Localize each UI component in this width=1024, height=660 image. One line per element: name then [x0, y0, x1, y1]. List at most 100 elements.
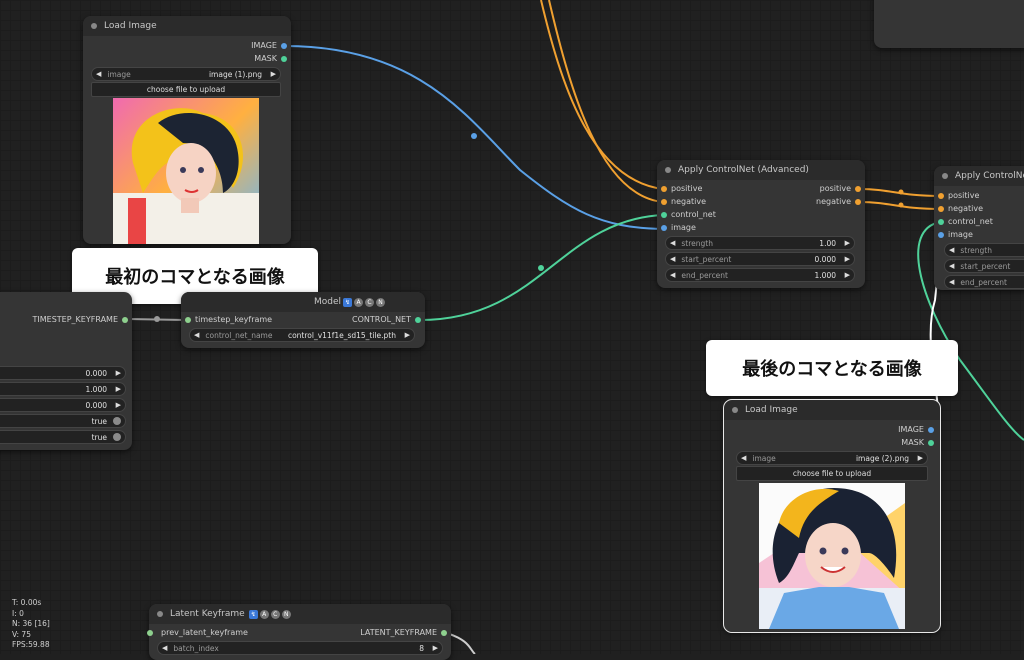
end-percent-value: 1.000 [814, 270, 836, 280]
input-negative-pin[interactable] [661, 199, 667, 205]
arrow-left-icon[interactable]: ◀ [945, 262, 958, 270]
node-title: Apply ControlNet (Advanced) [678, 165, 809, 175]
keyframe-widget-2-value: 1.000 [85, 384, 107, 394]
arrow-left-icon[interactable]: ◀ [945, 278, 958, 286]
collapse-dot-icon[interactable] [942, 173, 948, 179]
load-image-node-2[interactable]: Load Image IMAGE MASK ◀ image image (2).… [723, 399, 941, 633]
output-negative-pin[interactable] [855, 199, 861, 205]
strength-slider[interactable]: ◀ strength 1.00 ▶ [665, 236, 855, 250]
start-percent-slider[interactable]: ◀ start_percent 0.000 ▶ [665, 252, 855, 266]
output-latent-keyframe-pin[interactable] [441, 630, 447, 636]
upload-button[interactable]: choose file to upload [91, 82, 281, 97]
timestep-keyframe-node[interactable]: TIMESTEP_KEYFRAME 0.000 ▶ 1.000 ▶ 0.000 … [0, 292, 132, 450]
partial-node-top-right[interactable] [874, 0, 1024, 48]
node-title-bar[interactable]: Latent Keyframe ↯ A C N [149, 604, 451, 624]
badge-icon: C [270, 609, 280, 619]
apply-controlnet-node-2[interactable]: Apply ControlNet positive negative contr… [934, 166, 1024, 290]
node-title-bar[interactable]: Load Image [83, 16, 291, 36]
collapse-dot-icon[interactable] [665, 167, 671, 173]
node-title-bar[interactable]: Model ↯ A C N [181, 292, 425, 312]
input-controlnet-pin[interactable] [938, 219, 944, 225]
output-positive-pin[interactable] [855, 186, 861, 192]
output-image-label: IMAGE [251, 41, 277, 50]
start-percent-label: start_percent [960, 261, 1011, 271]
arrow-right-icon[interactable]: ▶ [845, 255, 850, 263]
output-mask-pin[interactable] [281, 56, 287, 62]
end-percent-slider[interactable]: ◀ end_percent [944, 275, 1024, 289]
arrow-right-icon[interactable]: ▶ [116, 401, 121, 409]
strength-label: strength [960, 245, 992, 255]
node-title-bar[interactable]: Apply ControlNet (Advanced) [657, 160, 865, 180]
badge-icon: A [354, 297, 363, 307]
image-select-combo[interactable]: ◀ image image (2).png ▶ [736, 451, 928, 465]
arrow-left-icon[interactable]: ◀ [945, 246, 958, 254]
image-preview-1 [113, 98, 259, 244]
arrow-left-icon[interactable]: ◀ [190, 331, 203, 339]
keyframe-toggle-2[interactable]: true [0, 430, 126, 444]
arrow-right-icon[interactable]: ▶ [433, 644, 438, 652]
arrow-left-icon[interactable]: ◀ [737, 454, 750, 462]
image-select-value: image (2).png [855, 453, 909, 463]
input-positive-pin[interactable] [938, 193, 944, 199]
toggle-knob-icon[interactable] [113, 417, 121, 425]
input-image-pin[interactable] [938, 232, 944, 238]
arrow-right-icon[interactable]: ▶ [405, 331, 410, 339]
badge-icon: A [259, 609, 269, 619]
output-image-pin[interactable] [281, 43, 287, 49]
node-title-bar[interactable]: Load Image [724, 400, 940, 420]
arrow-right-icon[interactable]: ▶ [845, 239, 850, 247]
input-negative-label: negative [671, 197, 706, 206]
arrow-left-icon[interactable]: ◀ [158, 644, 171, 652]
arrow-right-icon[interactable]: ▶ [918, 454, 923, 462]
latent-keyframe-node[interactable]: Latent Keyframe ↯ A C N prev_latent_keyf… [147, 604, 451, 660]
collapse-dot-icon[interactable] [157, 611, 163, 617]
input-negative-pin[interactable] [938, 206, 944, 212]
output-controlnet-pin[interactable] [415, 317, 421, 323]
output-timestep-pin[interactable] [122, 317, 128, 323]
controlnet-name-label: control_net_name [205, 330, 273, 340]
input-timestep-pin[interactable] [185, 317, 191, 323]
keyframe-widget-2[interactable]: 1.000 ▶ [0, 382, 126, 396]
start-percent-value: 0.000 [814, 254, 836, 264]
output-image-pin[interactable] [928, 427, 934, 433]
image-select-combo[interactable]: ◀ image image (1).png ▶ [91, 67, 281, 81]
batch-index-label: batch_index [173, 643, 219, 653]
apply-controlnet-advanced-node[interactable]: Apply ControlNet (Advanced) positive neg… [657, 160, 865, 288]
batch-index-slider[interactable]: ◀ batch_index 8 ▶ [157, 641, 443, 655]
start-percent-slider[interactable]: ◀ start_percent [944, 259, 1024, 273]
node-title: Apply ControlNet [955, 171, 1024, 181]
badge-icon: ↯ [343, 297, 352, 307]
input-image-label: image [671, 223, 696, 232]
node-title-bar[interactable]: Apply ControlNet [934, 166, 1024, 186]
strength-slider[interactable]: ◀ strength [944, 243, 1024, 257]
node-title-fragment: Model [313, 297, 341, 307]
arrow-right-icon[interactable]: ▶ [845, 271, 850, 279]
controlnet-name-combo[interactable]: ◀ control_net_name control_v11f1e_sd15_t… [189, 328, 415, 342]
output-latent-keyframe-label: LATENT_KEYFRAME [360, 628, 437, 637]
end-percent-slider[interactable]: ◀ end_percent 1.000 ▶ [665, 268, 855, 282]
upload-button[interactable]: choose file to upload [736, 466, 928, 481]
keyframe-toggle-1[interactable]: true [0, 414, 126, 428]
input-positive-pin[interactable] [661, 186, 667, 192]
arrow-right-icon[interactable]: ▶ [271, 70, 276, 78]
arrow-left-icon[interactable]: ◀ [666, 239, 679, 247]
arrow-left-icon[interactable]: ◀ [92, 70, 105, 78]
arrow-left-icon[interactable]: ◀ [666, 255, 679, 263]
input-controlnet-pin[interactable] [661, 212, 667, 218]
controlnet-loader-node[interactable]: Model ↯ A C N timestep_keyframe CONTROL_… [181, 292, 425, 348]
input-controlnet-label: control_net [948, 217, 993, 226]
stat-v: V: 75 [12, 629, 31, 639]
output-mask-pin[interactable] [928, 440, 934, 446]
arrow-left-icon[interactable]: ◀ [666, 271, 679, 279]
keyframe-widget-3[interactable]: 0.000 ▶ [0, 398, 126, 412]
collapse-dot-icon[interactable] [91, 23, 97, 29]
keyframe-widget-1[interactable]: 0.000 ▶ [0, 366, 126, 380]
input-prev-keyframe-pin[interactable] [147, 630, 153, 636]
collapse-dot-icon[interactable] [732, 407, 738, 413]
toggle-knob-icon[interactable] [113, 433, 121, 441]
load-image-node-1[interactable]: Load Image IMAGE MASK ◀ image image (1).… [83, 16, 291, 244]
arrow-right-icon[interactable]: ▶ [116, 385, 121, 393]
batch-index-value: 8 [419, 643, 424, 653]
arrow-right-icon[interactable]: ▶ [116, 369, 121, 377]
input-image-pin[interactable] [661, 225, 667, 231]
